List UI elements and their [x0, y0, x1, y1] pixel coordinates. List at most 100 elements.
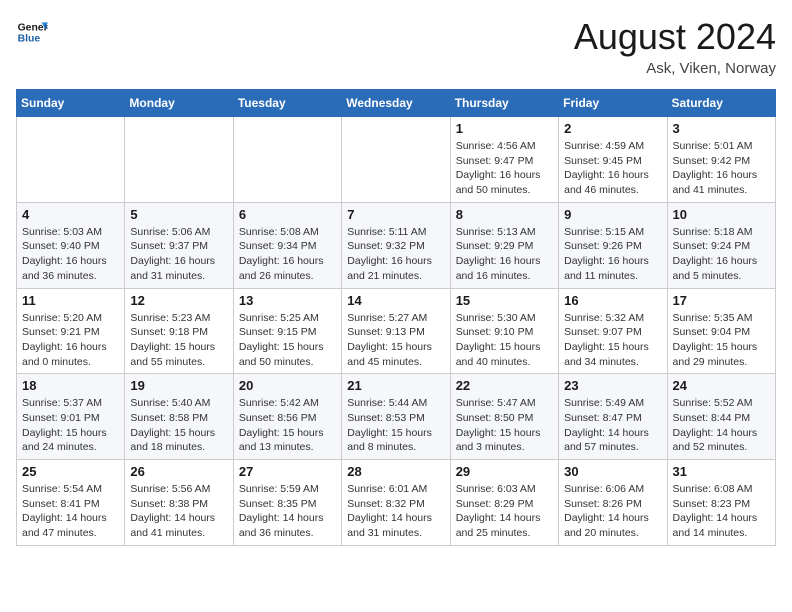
calendar-cell: 19 Sunrise: 5:40 AM Sunset: 8:58 PM Dayli…: [125, 374, 233, 460]
calendar-cell: 20Sunrise: 5:42 AM Sunset: 8:56 PM Dayli…: [233, 374, 341, 460]
day-number: 31: [673, 464, 770, 479]
weekday-header-saturday: Saturday: [667, 90, 775, 117]
weekday-header-row: SundayMondayTuesdayWednesdayThursdayFrid…: [17, 90, 776, 117]
day-info: Sunrise: 5:15 AM Sunset: 9:26 PM Dayligh…: [564, 225, 661, 284]
day-number: 25: [22, 464, 119, 479]
calendar-cell: 23 Sunrise: 5:49 AM Sunset: 8:47 PM Dayli…: [559, 374, 667, 460]
weekday-header-monday: Monday: [125, 90, 233, 117]
day-number: 6: [239, 207, 336, 222]
day-info: Sunrise: 5:03 AM Sunset: 9:40 PM Dayligh…: [22, 225, 119, 284]
calendar-week-3: 11Sunrise: 5:20 AM Sunset: 9:21 PM Dayli…: [17, 288, 776, 374]
title-block: August 2024 Ask, Viken, Norway: [574, 16, 776, 77]
calendar-week-4: 18 Sunrise: 5:37 AM Sunset: 9:01 PM Dayli…: [17, 374, 776, 460]
day-number: 10: [673, 207, 770, 222]
calendar-cell: [125, 117, 233, 203]
day-info: Sunrise: 5:54 AM Sunset: 8:41 PM Dayligh…: [22, 482, 119, 541]
day-number: 15: [456, 293, 553, 308]
day-number: 22: [456, 378, 553, 393]
weekday-header-thursday: Thursday: [450, 90, 558, 117]
svg-text:Blue: Blue: [18, 34, 41, 45]
calendar-cell: 28 Sunrise: 6:01 AM Sunset: 8:32 PM Dayli…: [342, 460, 450, 546]
calendar-week-1: 1 Sunrise: 4:56 AM Sunset: 9:47 PM Daylig…: [17, 117, 776, 203]
day-info: Sunrise: 5:23 AM Sunset: 9:18 PM Dayligh…: [130, 311, 227, 370]
calendar-title: August 2024: [574, 16, 776, 58]
calendar-cell: 31 Sunrise: 6:08 AM Sunset: 8:23 PM Dayli…: [667, 460, 775, 546]
day-number: 20: [239, 378, 336, 393]
calendar-cell: 12 Sunrise: 5:23 AM Sunset: 9:18 PM Dayli…: [125, 288, 233, 374]
calendar-cell: [17, 117, 125, 203]
calendar-table: SundayMondayTuesdayWednesdayThursdayFrid…: [16, 89, 776, 546]
day-number: 16: [564, 293, 661, 308]
calendar-cell: 8 Sunrise: 5:13 AM Sunset: 9:29 PM Daylig…: [450, 202, 558, 288]
day-number: 30: [564, 464, 661, 479]
calendar-cell: 18 Sunrise: 5:37 AM Sunset: 9:01 PM Dayli…: [17, 374, 125, 460]
calendar-cell: 6Sunrise: 5:08 AM Sunset: 9:34 PM Daylig…: [233, 202, 341, 288]
calendar-cell: 17 Sunrise: 5:35 AM Sunset: 9:04 PM Dayli…: [667, 288, 775, 374]
calendar-subtitle: Ask, Viken, Norway: [574, 60, 776, 77]
day-info: Sunrise: 6:03 AM Sunset: 8:29 PM Dayligh…: [456, 482, 553, 541]
calendar-cell: 11Sunrise: 5:20 AM Sunset: 9:21 PM Dayli…: [17, 288, 125, 374]
day-info: Sunrise: 5:06 AM Sunset: 9:37 PM Dayligh…: [130, 225, 227, 284]
day-info: Sunrise: 4:59 AM Sunset: 9:45 PM Dayligh…: [564, 139, 661, 198]
day-number: 18: [22, 378, 119, 393]
day-info: Sunrise: 4:56 AM Sunset: 9:47 PM Dayligh…: [456, 139, 553, 198]
day-number: 3: [673, 121, 770, 136]
calendar-cell: 3 Sunrise: 5:01 AM Sunset: 9:42 PM Daylig…: [667, 117, 775, 203]
calendar-cell: 13 Sunrise: 5:25 AM Sunset: 9:15 PM Dayli…: [233, 288, 341, 374]
day-number: 9: [564, 207, 661, 222]
day-info: Sunrise: 5:52 AM Sunset: 8:44 PM Dayligh…: [673, 396, 770, 455]
day-number: 19: [130, 378, 227, 393]
day-number: 2: [564, 121, 661, 136]
calendar-cell: 16 Sunrise: 5:32 AM Sunset: 9:07 PM Dayli…: [559, 288, 667, 374]
day-number: 17: [673, 293, 770, 308]
day-info: Sunrise: 5:30 AM Sunset: 9:10 PM Dayligh…: [456, 311, 553, 370]
calendar-cell: 15 Sunrise: 5:30 AM Sunset: 9:10 PM Dayli…: [450, 288, 558, 374]
calendar-cell: 25 Sunrise: 5:54 AM Sunset: 8:41 PM Dayli…: [17, 460, 125, 546]
calendar-cell: 7 Sunrise: 5:11 AM Sunset: 9:32 PM Daylig…: [342, 202, 450, 288]
calendar-cell: 1 Sunrise: 4:56 AM Sunset: 9:47 PM Daylig…: [450, 117, 558, 203]
day-info: Sunrise: 5:35 AM Sunset: 9:04 PM Dayligh…: [673, 311, 770, 370]
day-number: 21: [347, 378, 444, 393]
calendar-cell: 5 Sunrise: 5:06 AM Sunset: 9:37 PM Daylig…: [125, 202, 233, 288]
day-info: Sunrise: 5:40 AM Sunset: 8:58 PM Dayligh…: [130, 396, 227, 455]
day-info: Sunrise: 5:59 AM Sunset: 8:35 PM Dayligh…: [239, 482, 336, 541]
weekday-header-sunday: Sunday: [17, 90, 125, 117]
day-info: Sunrise: 5:44 AM Sunset: 8:53 PM Dayligh…: [347, 396, 444, 455]
weekday-header-wednesday: Wednesday: [342, 90, 450, 117]
day-info: Sunrise: 5:37 AM Sunset: 9:01 PM Dayligh…: [22, 396, 119, 455]
day-info: Sunrise: 5:47 AM Sunset: 8:50 PM Dayligh…: [456, 396, 553, 455]
day-info: Sunrise: 5:11 AM Sunset: 9:32 PM Dayligh…: [347, 225, 444, 284]
day-info: Sunrise: 6:06 AM Sunset: 8:26 PM Dayligh…: [564, 482, 661, 541]
day-number: 5: [130, 207, 227, 222]
page-header: General Blue August 2024 Ask, Viken, Nor…: [16, 16, 776, 77]
day-number: 7: [347, 207, 444, 222]
day-number: 4: [22, 207, 119, 222]
day-info: Sunrise: 6:08 AM Sunset: 8:23 PM Dayligh…: [673, 482, 770, 541]
calendar-cell: 14Sunrise: 5:27 AM Sunset: 9:13 PM Dayli…: [342, 288, 450, 374]
calendar-week-5: 25 Sunrise: 5:54 AM Sunset: 8:41 PM Dayli…: [17, 460, 776, 546]
day-number: 1: [456, 121, 553, 136]
calendar-cell: 10 Sunrise: 5:18 AM Sunset: 9:24 PM Dayli…: [667, 202, 775, 288]
calendar-cell: 21 Sunrise: 5:44 AM Sunset: 8:53 PM Dayli…: [342, 374, 450, 460]
day-number: 12: [130, 293, 227, 308]
day-number: 8: [456, 207, 553, 222]
calendar-cell: 4 Sunrise: 5:03 AM Sunset: 9:40 PM Daylig…: [17, 202, 125, 288]
day-info: Sunrise: 5:18 AM Sunset: 9:24 PM Dayligh…: [673, 225, 770, 284]
logo: General Blue: [16, 16, 48, 48]
day-number: 28: [347, 464, 444, 479]
day-info: Sunrise: 5:49 AM Sunset: 8:47 PM Dayligh…: [564, 396, 661, 455]
day-info: Sunrise: 5:13 AM Sunset: 9:29 PM Dayligh…: [456, 225, 553, 284]
day-info: Sunrise: 5:32 AM Sunset: 9:07 PM Dayligh…: [564, 311, 661, 370]
day-info: Sunrise: 5:25 AM Sunset: 9:15 PM Dayligh…: [239, 311, 336, 370]
day-number: 23: [564, 378, 661, 393]
calendar-cell: 24 Sunrise: 5:52 AM Sunset: 8:44 PM Dayli…: [667, 374, 775, 460]
day-number: 13: [239, 293, 336, 308]
day-info: Sunrise: 5:01 AM Sunset: 9:42 PM Dayligh…: [673, 139, 770, 198]
calendar-cell: 29Sunrise: 6:03 AM Sunset: 8:29 PM Dayli…: [450, 460, 558, 546]
calendar-week-2: 4 Sunrise: 5:03 AM Sunset: 9:40 PM Daylig…: [17, 202, 776, 288]
weekday-header-tuesday: Tuesday: [233, 90, 341, 117]
day-info: Sunrise: 5:27 AM Sunset: 9:13 PM Dayligh…: [347, 311, 444, 370]
calendar-cell: 22 Sunrise: 5:47 AM Sunset: 8:50 PM Dayli…: [450, 374, 558, 460]
day-info: Sunrise: 6:01 AM Sunset: 8:32 PM Dayligh…: [347, 482, 444, 541]
day-number: 24: [673, 378, 770, 393]
